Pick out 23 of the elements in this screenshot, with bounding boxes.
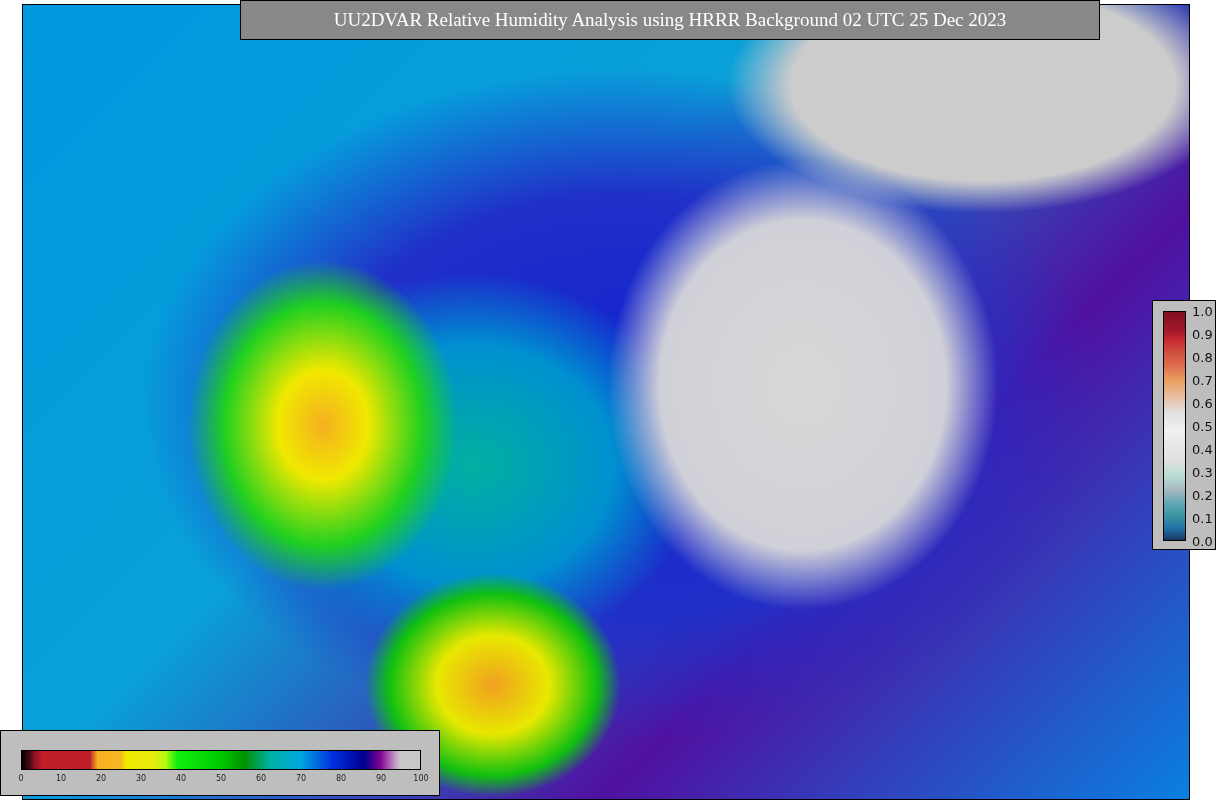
scale-tick-label: 40 — [175, 774, 187, 783]
scale-tick-label: 0.3 — [1192, 464, 1213, 480]
scale-tick-label: 0.6 — [1192, 395, 1213, 411]
scale-tick-label: 0.8 — [1192, 349, 1213, 365]
scale-tick-label: 0.5 — [1192, 418, 1213, 434]
scale-tick-label: 70 — [295, 774, 307, 783]
scale-tick-label: 1.0 — [1192, 303, 1213, 319]
scale-tick-label: 0.7 — [1192, 372, 1213, 388]
map-title: UU2DVAR Relative Humidity Analysis using HRRR Background 02 UTC 25 Dec 2023 — [240, 0, 1100, 40]
scale-tick-label: 10 — [55, 774, 67, 783]
scale-tick-label: 80 — [335, 774, 347, 783]
scale-tick-label: 0.4 — [1192, 441, 1213, 457]
scale-tick-label: 0.9 — [1192, 326, 1213, 342]
scale-tick-label: 0.1 — [1192, 510, 1213, 526]
scale-tick-label: 0.0 — [1192, 533, 1213, 549]
scale-tick-label: 60 — [255, 774, 267, 783]
scale-tick-label: 50 — [215, 774, 227, 783]
scale-tick-label: 90 — [375, 774, 387, 783]
scale-tick-label: 20 — [95, 774, 107, 783]
scale-tick-label: 100 — [413, 774, 429, 783]
scale-tick-label: 0 — [18, 774, 24, 783]
scale-tick-label: 30 — [135, 774, 147, 783]
scale-tick-label: 0.2 — [1192, 487, 1213, 503]
